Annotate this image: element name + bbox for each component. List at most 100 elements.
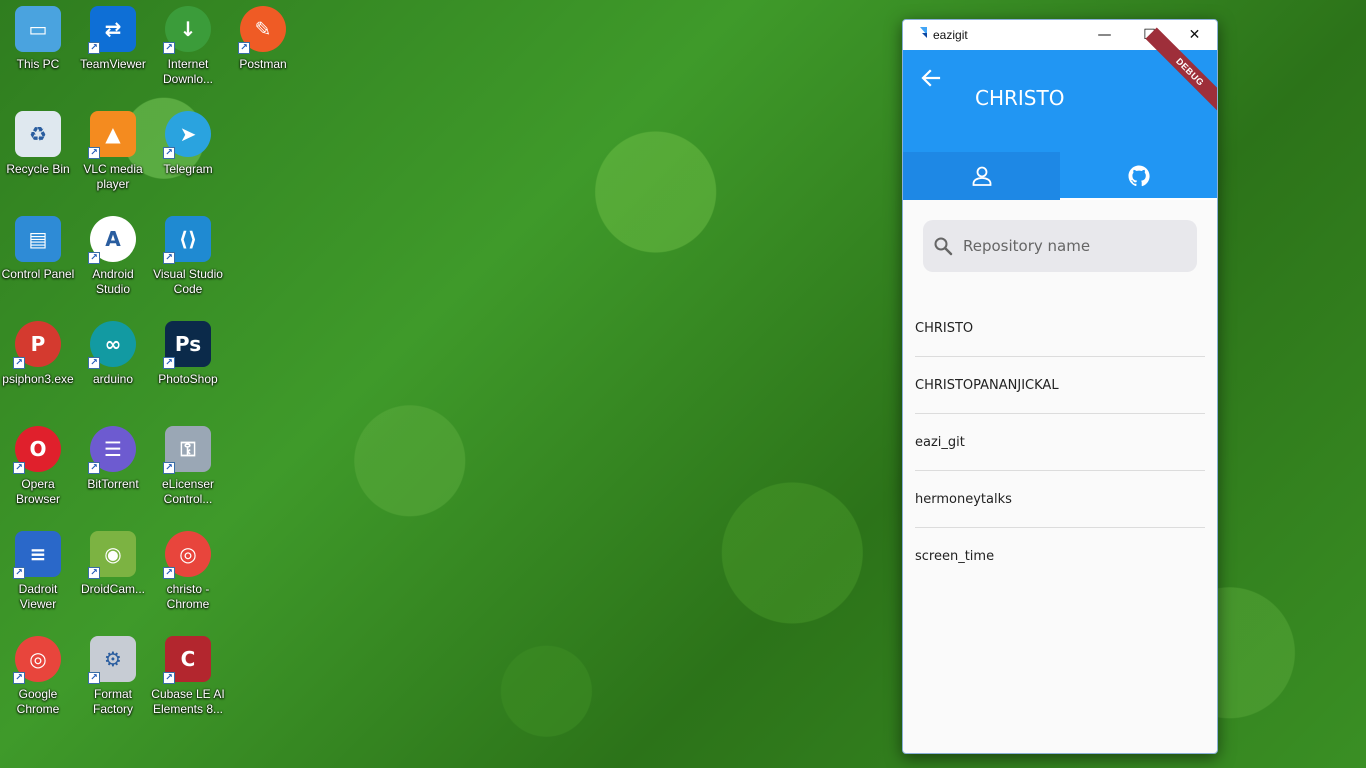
search-container: [903, 200, 1217, 272]
app-icon: Ps ↗: [163, 321, 211, 369]
desktop-icon[interactable]: ◎ ↗ christo - Chrome: [150, 525, 226, 625]
desktop-icon[interactable]: ▲ ↗ VLC media player: [75, 105, 151, 205]
app-icon: C ↗: [163, 636, 211, 684]
shortcut-arrow-icon: ↗: [88, 462, 100, 474]
app-icon: ☰ ↗: [88, 426, 136, 474]
desktop-icon[interactable]: ◎ ↗ Google Chrome: [0, 630, 76, 730]
desktop-icon[interactable]: ↓ ↗ Internet Downlo...: [150, 0, 226, 100]
app-window: eazigit — ☐ ✕ CHRISTO DEBUG: [902, 19, 1218, 754]
app-icon: ◎ ↗: [13, 636, 61, 684]
github-icon: [1128, 165, 1150, 187]
desktop-icon-label: Telegram: [163, 162, 213, 176]
app-icon: ⟨⟩ ↗: [163, 216, 211, 264]
tab-repositories[interactable]: [1060, 152, 1217, 200]
app-icon: ✎ ↗: [238, 6, 286, 54]
repository-list-item[interactable]: hermoneytalks: [915, 471, 1205, 528]
desktop-icon-label: Google Chrome: [16, 687, 60, 716]
app-icon: ⚙ ↗: [88, 636, 136, 684]
desktop-icon-label: eLicenser Control...: [161, 477, 215, 506]
shortcut-arrow-icon: ↗: [13, 672, 25, 684]
tab-bar: [903, 152, 1217, 200]
shortcut-arrow-icon: ↗: [163, 147, 175, 159]
desktop-icon[interactable]: ▭ This PC: [0, 0, 76, 100]
shortcut-arrow-icon: ↗: [163, 672, 175, 684]
desktop-icon-label: Opera Browser: [15, 477, 60, 506]
minimize-button[interactable]: —: [1082, 20, 1127, 50]
repository-list-item[interactable]: eazi_git: [915, 414, 1205, 471]
shortcut-arrow-icon: ↗: [163, 567, 175, 579]
app-icon: ♻: [15, 111, 61, 157]
repository-search-input[interactable]: [963, 237, 1173, 255]
app-icon: ▤: [15, 216, 61, 262]
app-icon: ▲ ↗: [88, 111, 136, 159]
repository-list-item[interactable]: CHRISTOPANANJICKAL: [915, 357, 1205, 414]
desktop-icon-label: psiphon3.exe: [2, 372, 74, 386]
desktop-icon[interactable]: Ps ↗ PhotoShop: [150, 315, 226, 415]
desktop-icon-label: christo - Chrome: [166, 582, 210, 611]
desktop-icon[interactable]: ⚙ ↗ Format Factory: [75, 630, 151, 730]
desktop-icon[interactable]: ≡ ↗ Dadroit Viewer: [0, 525, 76, 625]
desktop-icon[interactable]: ☰ ↗ BitTorrent: [75, 420, 151, 520]
arrow-back-icon: [921, 69, 941, 87]
desktop-icon[interactable]: ⚿ ↗ eLicenser Control...: [150, 420, 226, 520]
shortcut-arrow-icon: ↗: [88, 357, 100, 369]
desktop-icon-label: Dadroit Viewer: [18, 582, 58, 611]
app-icon: P ↗: [13, 321, 61, 369]
desktop-icon-label: This PC: [16, 57, 60, 71]
desktop-icon-label: Internet Downlo...: [162, 57, 214, 86]
app-icon: A ↗: [88, 216, 136, 264]
app-icon: ➤ ↗: [163, 111, 211, 159]
desktop-icon[interactable]: ⇄ ↗ TeamViewer: [75, 0, 151, 100]
desktop-icon[interactable]: A ↗ Android Studio: [75, 210, 151, 310]
desktop-icon[interactable]: P ↗ psiphon3.exe: [0, 315, 76, 415]
app-icon: ↓ ↗: [163, 6, 211, 54]
app-icon: ⚿ ↗: [163, 426, 211, 474]
tab-profile[interactable]: [903, 152, 1060, 200]
desktop-icon-label: Cubase LE AI Elements 8...: [151, 687, 225, 716]
desktop-icon[interactable]: ∞ ↗ arduino: [75, 315, 151, 415]
desktop-icon[interactable]: ➤ ↗ Telegram: [150, 105, 226, 205]
repository-list-item[interactable]: screen_time: [915, 528, 1205, 585]
desktop-icon-label: Recycle Bin: [6, 162, 70, 176]
shortcut-arrow-icon: ↗: [88, 672, 100, 684]
desktop-icon[interactable]: C ↗ Cubase LE AI Elements 8...: [150, 630, 226, 730]
app-icon: O ↗: [13, 426, 61, 474]
desktop-icon-label: Format Factory: [92, 687, 133, 716]
app-bar: CHRISTO DEBUG: [903, 27, 1217, 200]
close-button[interactable]: ✕: [1172, 20, 1217, 50]
shortcut-arrow-icon: ↗: [238, 42, 250, 54]
shortcut-arrow-icon: ↗: [163, 42, 175, 54]
shortcut-arrow-icon: ↗: [88, 567, 100, 579]
person-icon: [972, 166, 991, 186]
desktop-icon-label: arduino: [92, 372, 134, 386]
repository-list: CHRISTO CHRISTOPANANJICKAL eazi_git hermone…: [903, 300, 1217, 585]
desktop-icon-label: PhotoShop: [158, 372, 218, 386]
shortcut-arrow-icon: ↗: [163, 357, 175, 369]
desktop-icon-label: Android Studio: [92, 267, 134, 296]
shortcut-arrow-icon: ↗: [13, 567, 25, 579]
shortcut-arrow-icon: ↗: [163, 462, 175, 474]
window-title: eazigit: [933, 28, 968, 42]
desktop-icon[interactable]: ♻ Recycle Bin: [0, 105, 76, 205]
shortcut-arrow-icon: ↗: [13, 462, 25, 474]
page-title: CHRISTO: [975, 86, 1065, 110]
app-icon: ▭: [15, 6, 61, 52]
desktop-icon[interactable]: O ↗ Opera Browser: [0, 420, 76, 520]
desktop-icon[interactable]: ✎ ↗ Postman: [225, 0, 301, 100]
flutter-logo-icon: [913, 27, 927, 43]
desktop-icon[interactable]: ⟨⟩ ↗ Visual Studio Code: [150, 210, 226, 310]
shortcut-arrow-icon: ↗: [88, 147, 100, 159]
app-icon: ∞ ↗: [88, 321, 136, 369]
repository-list-item[interactable]: CHRISTO: [915, 300, 1205, 357]
shortcut-arrow-icon: ↗: [163, 252, 175, 264]
desktop-icon-label: Visual Studio Code: [153, 267, 223, 296]
back-button[interactable]: [919, 66, 943, 90]
desktop-icon-label: Control Panel: [1, 267, 75, 281]
desktop-icon[interactable]: ◉ ↗ DroidCam...: [75, 525, 151, 625]
app-icon: ⇄ ↗: [88, 6, 136, 54]
desktop-icon-label: Postman: [239, 57, 287, 71]
search-icon: [934, 237, 953, 256]
shortcut-arrow-icon: ↗: [88, 42, 100, 54]
desktop-icon[interactable]: ▤ Control Panel: [0, 210, 76, 310]
shortcut-arrow-icon: ↗: [13, 357, 25, 369]
